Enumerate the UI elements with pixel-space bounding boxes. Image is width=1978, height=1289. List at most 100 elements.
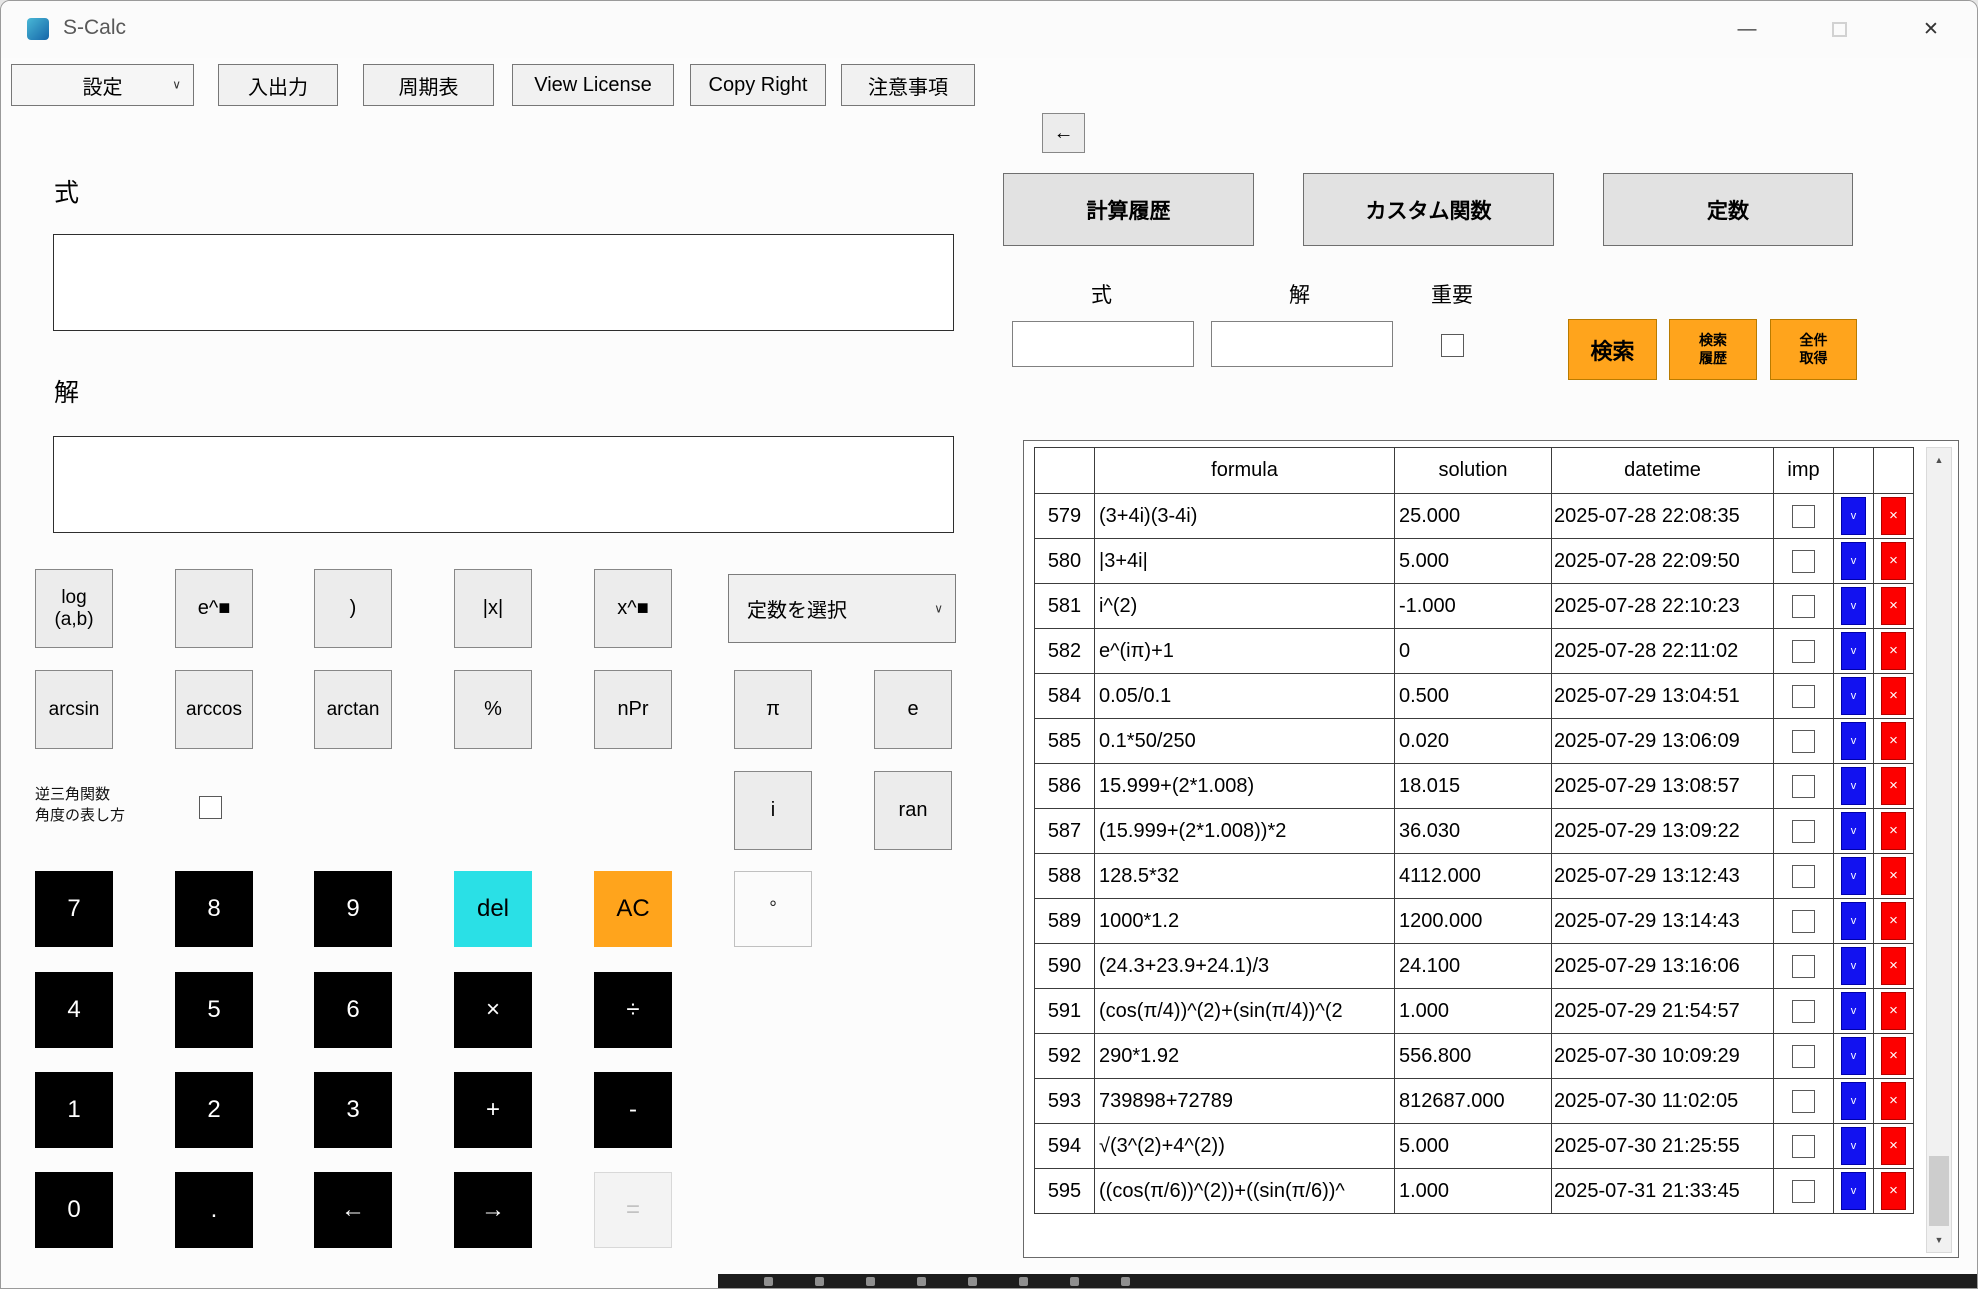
row-delete-button[interactable]: × bbox=[1881, 497, 1906, 535]
solution-display[interactable] bbox=[53, 436, 954, 533]
settings-dropdown[interactable]: 設定 ∨ bbox=[11, 64, 194, 106]
constant-select-dropdown[interactable]: 定数を選択 ∨ bbox=[728, 574, 956, 643]
all-clear-key[interactable]: AC bbox=[594, 871, 672, 947]
e-power-key[interactable]: e^■ bbox=[175, 569, 253, 648]
notes-button[interactable]: 注意事項 bbox=[841, 64, 975, 106]
view-license-button[interactable]: View License bbox=[512, 64, 674, 106]
row-important-checkbox[interactable] bbox=[1792, 639, 1815, 663]
row-important-checkbox[interactable] bbox=[1792, 954, 1815, 978]
row-important-checkbox[interactable] bbox=[1792, 999, 1815, 1023]
row-edit-button[interactable]: v bbox=[1841, 632, 1866, 670]
row-edit-button[interactable]: v bbox=[1841, 677, 1866, 715]
taskbar-icon[interactable] bbox=[764, 1276, 773, 1286]
arccos-key[interactable]: arccos bbox=[175, 670, 253, 749]
row-delete-button[interactable]: × bbox=[1881, 992, 1906, 1030]
arcsin-key[interactable]: arcsin bbox=[35, 670, 113, 749]
taskbar-icon[interactable] bbox=[968, 1276, 977, 1286]
row-important-checkbox[interactable] bbox=[1792, 864, 1815, 888]
row-edit-button[interactable]: v bbox=[1841, 947, 1866, 985]
taskbar-icon[interactable] bbox=[866, 1276, 875, 1286]
divide-key[interactable]: ÷ bbox=[594, 972, 672, 1048]
row-edit-button[interactable]: v bbox=[1841, 1172, 1866, 1210]
search-important-checkbox[interactable] bbox=[1441, 334, 1464, 357]
row-delete-button[interactable]: × bbox=[1881, 1082, 1906, 1120]
row-important-checkbox[interactable] bbox=[1792, 504, 1815, 528]
row-important-checkbox[interactable] bbox=[1792, 774, 1815, 798]
add-key[interactable]: + bbox=[454, 1072, 532, 1148]
copyright-button[interactable]: Copy Right bbox=[690, 64, 826, 106]
row-delete-button[interactable]: × bbox=[1881, 1037, 1906, 1075]
row-edit-button[interactable]: v bbox=[1841, 992, 1866, 1030]
taskbar-icon[interactable] bbox=[1121, 1276, 1130, 1286]
digit-4-key[interactable]: 4 bbox=[35, 972, 113, 1048]
degree-key[interactable]: ° bbox=[734, 871, 812, 947]
periodic-table-button[interactable]: 周期表 bbox=[363, 64, 494, 106]
ran-key[interactable]: ran bbox=[874, 771, 952, 850]
digit-3-key[interactable]: 3 bbox=[314, 1072, 392, 1148]
digit-8-key[interactable]: 8 bbox=[175, 871, 253, 947]
titlebar[interactable]: S-Calc — ✕ bbox=[1, 1, 1977, 58]
subtract-key[interactable]: - bbox=[594, 1072, 672, 1148]
row-important-checkbox[interactable] bbox=[1792, 729, 1815, 753]
equals-key[interactable]: = bbox=[594, 1172, 672, 1248]
row-delete-button[interactable]: × bbox=[1881, 1127, 1906, 1165]
row-edit-button[interactable]: v bbox=[1841, 812, 1866, 850]
abs-key[interactable]: |x| bbox=[454, 569, 532, 648]
row-edit-button[interactable]: v bbox=[1841, 1082, 1866, 1120]
search-history-button[interactable]: 検索 履歴 bbox=[1669, 319, 1757, 380]
row-important-checkbox[interactable] bbox=[1792, 1179, 1815, 1203]
row-delete-button[interactable]: × bbox=[1881, 722, 1906, 760]
decimal-key[interactable]: . bbox=[175, 1172, 253, 1248]
scroll-down-icon[interactable]: ▼ bbox=[1927, 1228, 1951, 1252]
close-button[interactable]: ✕ bbox=[1885, 1, 1977, 58]
arctan-key[interactable]: arctan bbox=[314, 670, 392, 749]
scrollbar-thumb[interactable] bbox=[1929, 1156, 1949, 1226]
e-key[interactable]: e bbox=[874, 670, 952, 749]
row-edit-button[interactable]: v bbox=[1841, 767, 1866, 805]
row-delete-button[interactable]: × bbox=[1881, 767, 1906, 805]
search-solution-input[interactable] bbox=[1211, 321, 1393, 367]
percent-key[interactable]: % bbox=[454, 670, 532, 749]
row-delete-button[interactable]: × bbox=[1881, 632, 1906, 670]
pi-key[interactable]: π bbox=[734, 670, 812, 749]
taskbar-icon[interactable] bbox=[815, 1276, 824, 1286]
row-important-checkbox[interactable] bbox=[1792, 1089, 1815, 1113]
row-important-checkbox[interactable] bbox=[1792, 684, 1815, 708]
row-edit-button[interactable]: v bbox=[1841, 1127, 1866, 1165]
row-delete-button[interactable]: × bbox=[1881, 947, 1906, 985]
digit-1-key[interactable]: 1 bbox=[35, 1072, 113, 1148]
scroll-up-icon[interactable]: ▲ bbox=[1927, 448, 1951, 472]
io-button[interactable]: 入出力 bbox=[218, 64, 338, 106]
row-important-checkbox[interactable] bbox=[1792, 549, 1815, 573]
row-delete-button[interactable]: × bbox=[1881, 902, 1906, 940]
get-all-button[interactable]: 全件 取得 bbox=[1770, 319, 1857, 380]
row-important-checkbox[interactable] bbox=[1792, 594, 1815, 618]
row-delete-button[interactable]: × bbox=[1881, 812, 1906, 850]
row-important-checkbox[interactable] bbox=[1792, 1134, 1815, 1158]
row-edit-button[interactable]: v bbox=[1841, 722, 1866, 760]
digit-9-key[interactable]: 9 bbox=[314, 871, 392, 947]
multiply-key[interactable]: × bbox=[454, 972, 532, 1048]
row-edit-button[interactable]: v bbox=[1841, 497, 1866, 535]
rparen-key[interactable]: ) bbox=[314, 569, 392, 648]
x-power-key[interactable]: x^■ bbox=[594, 569, 672, 648]
tab-calc-history[interactable]: 計算履歴 bbox=[1003, 173, 1254, 246]
digit-5-key[interactable]: 5 bbox=[175, 972, 253, 1048]
row-edit-button[interactable]: v bbox=[1841, 1037, 1866, 1075]
npr-key[interactable]: nPr bbox=[594, 670, 672, 749]
row-delete-button[interactable]: × bbox=[1881, 587, 1906, 625]
row-edit-button[interactable]: v bbox=[1841, 902, 1866, 940]
log-ab-key[interactable]: log (a,b) bbox=[35, 569, 113, 648]
delete-key[interactable]: del bbox=[454, 871, 532, 947]
tab-custom-functions[interactable]: カスタム関数 bbox=[1303, 173, 1554, 246]
back-button[interactable]: ← bbox=[1042, 113, 1085, 153]
minimize-button[interactable]: — bbox=[1701, 1, 1793, 58]
row-edit-button[interactable]: v bbox=[1841, 542, 1866, 580]
taskbar-icon[interactable] bbox=[1019, 1276, 1028, 1286]
row-important-checkbox[interactable] bbox=[1792, 909, 1815, 933]
taskbar-icon[interactable] bbox=[1070, 1276, 1079, 1286]
taskbar-icon[interactable] bbox=[917, 1276, 926, 1286]
row-delete-button[interactable]: × bbox=[1881, 1172, 1906, 1210]
digit-6-key[interactable]: 6 bbox=[314, 972, 392, 1048]
row-delete-button[interactable]: × bbox=[1881, 677, 1906, 715]
